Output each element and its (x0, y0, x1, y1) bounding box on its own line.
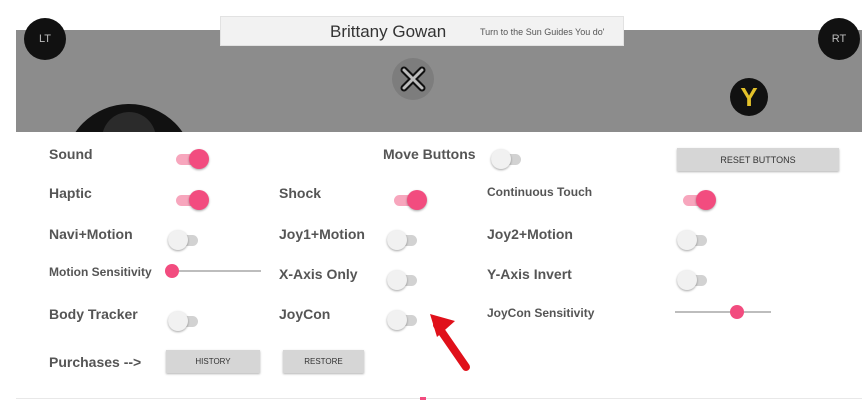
page-subtitle: Turn to the Sun Guides You do' (480, 27, 605, 37)
joycon-sensitivity-label: JoyCon Sensitivity (487, 306, 595, 320)
y-button-label: Y (740, 81, 758, 112)
history-button[interactable]: HISTORY (166, 350, 260, 373)
joycon-toggle[interactable] (387, 310, 417, 330)
joycon-sensitivity-knob[interactable] (729, 305, 744, 319)
purchases-label: Purchases --> (49, 354, 142, 370)
motion-sensitivity-knob[interactable] (165, 264, 179, 278)
annotation-arrow-icon (430, 314, 470, 371)
sound-label: Sound (49, 146, 93, 162)
sound-toggle[interactable] (176, 149, 209, 169)
restore-button[interactable]: RESTORE (283, 350, 364, 373)
joycon-label: JoyCon (279, 306, 331, 322)
shock-label: Shock (279, 185, 322, 201)
left-trigger-button[interactable]: LT (24, 18, 66, 60)
page-title: Brittany Gowan (330, 22, 447, 41)
haptic-toggle[interactable] (176, 190, 209, 210)
move-buttons-label: Move Buttons (383, 146, 476, 162)
bottom-divider (16, 398, 862, 399)
body-tracker-toggle[interactable] (168, 311, 198, 331)
continuous-touch-toggle[interactable] (683, 190, 716, 210)
shock-toggle[interactable] (394, 190, 427, 210)
joycon-sensitivity-slider[interactable] (675, 305, 771, 319)
continuous-touch-label: Continuous Touch (487, 185, 593, 199)
y-axis-invert-label: Y-Axis Invert (487, 266, 572, 282)
navi-motion-toggle[interactable] (168, 230, 198, 250)
joy1-motion-label: Joy1+Motion (279, 226, 365, 242)
joystick-knob (102, 112, 156, 132)
y-axis-invert-toggle[interactable] (677, 270, 707, 290)
x-axis-only-label: X-Axis Only (279, 266, 358, 282)
motion-sensitivity-slider[interactable] (165, 264, 261, 278)
reset-buttons-button[interactable]: RESET BUTTONS (677, 148, 839, 171)
navi-motion-label: Navi+Motion (49, 226, 133, 242)
joy1-motion-toggle[interactable] (387, 230, 417, 250)
bottom-marker (420, 397, 426, 400)
joy2-motion-toggle[interactable] (677, 230, 707, 250)
controller-area: Brittany Gowan Turn to the Sun Guides Yo… (0, 0, 862, 132)
motion-sensitivity-label: Motion Sensitivity (49, 265, 152, 279)
move-buttons-toggle[interactable] (491, 149, 521, 169)
haptic-label: Haptic (49, 185, 92, 201)
x-button-icon (400, 66, 426, 92)
right-trigger-button[interactable]: RT (818, 18, 860, 60)
x-button[interactable] (392, 58, 434, 100)
joy2-motion-label: Joy2+Motion (487, 226, 573, 242)
y-button[interactable]: Y (730, 78, 768, 116)
x-axis-only-toggle[interactable] (387, 270, 417, 290)
body-tracker-label: Body Tracker (49, 306, 138, 322)
